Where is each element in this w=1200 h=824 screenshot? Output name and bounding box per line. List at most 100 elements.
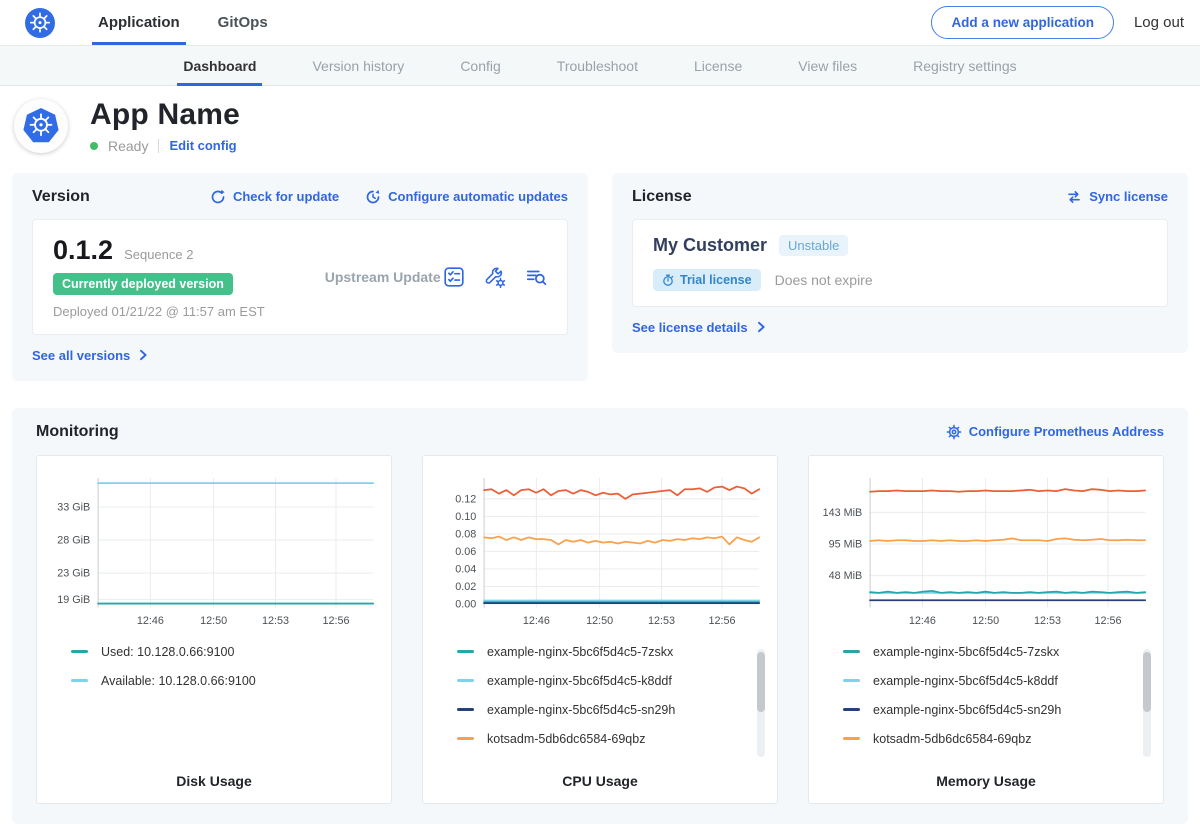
sync-license-link[interactable]: Sync license [1066, 189, 1168, 205]
logout-link[interactable]: Log out [1134, 14, 1184, 31]
customer-row: My Customer Unstable [653, 235, 1147, 256]
legend-swatch [71, 650, 88, 653]
series-line-unlabeled [484, 486, 759, 498]
tab-config[interactable]: Config [460, 46, 500, 85]
app-sub-nav: Dashboard Version history Config Trouble… [0, 46, 1200, 86]
x-tick-label: 12:46 [137, 615, 164, 627]
tab-troubleshoot-label: Troubleshoot [557, 58, 638, 74]
legend-label: example-nginx-5bc6f5d4c5-sn29h [873, 703, 1061, 717]
y-tick-label: 0.04 [455, 563, 476, 575]
refresh-icon [210, 189, 226, 205]
configure-prometheus-label: Configure Prometheus Address [969, 424, 1164, 439]
tab-view-files[interactable]: View files [798, 46, 857, 85]
y-tick-label: 95 MiB [829, 538, 863, 550]
tab-dashboard[interactable]: Dashboard [183, 46, 256, 85]
legend-label: kotsadm-5db6dc6584-69qbz [873, 732, 1031, 746]
check-for-update-link[interactable]: Check for update [210, 189, 339, 205]
legend-swatch [457, 737, 474, 740]
legend-item: Used: 10.128.0.66:9100 [71, 645, 381, 659]
kubernetes-logo [24, 0, 56, 45]
legend-item: example-nginx-5bc6f5d4c5-k8ddf [457, 674, 767, 688]
tab-version-history[interactable]: Version history [312, 46, 404, 85]
add-new-application-button[interactable]: Add a new application [931, 6, 1114, 39]
version-info: 0.1.2 Sequence 2 Currently deployed vers… [53, 235, 265, 319]
tab-registry-settings[interactable]: Registry settings [913, 46, 1016, 85]
y-tick-label: 0.12 [455, 493, 476, 505]
deploy-logs-search-icon[interactable] [525, 266, 547, 288]
tab-config-label: Config [460, 58, 500, 74]
monitoring-panel: Monitoring Configure Prometheus Address … [12, 408, 1188, 824]
legend-item: example-nginx-5bc6f5d4c5-k8ddf [843, 674, 1153, 688]
legend-item: kotsadm-5db6dc6584-69qbz [843, 732, 1153, 746]
check-for-update-label: Check for update [233, 189, 339, 204]
configure-prometheus-link[interactable]: Configure Prometheus Address [946, 424, 1164, 440]
y-tick-label: 0.00 [455, 598, 476, 610]
x-tick-label: 12:46 [523, 615, 550, 627]
legend-scrollbar-thumb[interactable] [757, 652, 765, 712]
see-license-details-link[interactable]: See license details [632, 320, 767, 335]
y-tick-label: 28 GiB [57, 534, 90, 546]
legend-item: example-nginx-5bc6f5d4c5-7zskx [843, 645, 1153, 659]
ready-status-dot [90, 142, 98, 150]
chart-card-cpu-usage: 12:4612:5012:5312:560.120.100.080.060.04… [422, 455, 778, 804]
legend-scrollbar-thumb[interactable] [1143, 652, 1151, 712]
version-number: 0.1.2 [53, 235, 113, 266]
preflight-checks-icon[interactable] [443, 266, 465, 288]
x-tick-label: 12:53 [648, 615, 675, 627]
divider [158, 139, 159, 153]
app-header-text: App Name Ready Edit config [90, 99, 240, 154]
y-tick-label: 19 GiB [57, 593, 90, 605]
see-all-versions-label: See all versions [32, 348, 130, 363]
top-nav-right: Add a new application Log out [931, 0, 1184, 45]
legend-label: Available: 10.128.0.66:9100 [101, 674, 256, 688]
series-line-kotsadm-5db6dc6584-69qbz [870, 538, 1145, 541]
deployed-timestamp: Deployed 01/21/22 @ 11:57 am EST [53, 304, 265, 319]
chart-title: Memory Usage [819, 763, 1153, 789]
kubernetes-logo-icon [24, 7, 56, 39]
chart-title: Disk Usage [47, 763, 381, 789]
tab-license[interactable]: License [694, 46, 742, 85]
gear-icon [946, 424, 962, 440]
legend-swatch [457, 708, 474, 711]
trial-license-label: Trial license [680, 273, 752, 287]
series-line-kotsadm-5db6dc6584-69qbz [484, 536, 759, 544]
version-source-label: Upstream Update [325, 269, 441, 285]
version-card-title: Version [32, 188, 90, 206]
tab-troubleshoot[interactable]: Troubleshoot [557, 46, 638, 85]
chart-plot: 12:4612:5012:5312:5633 GiB28 GiB23 GiB19… [47, 468, 381, 635]
tab-dashboard-label: Dashboard [183, 58, 256, 74]
legend-swatch [843, 737, 860, 740]
status-badge: Ready [108, 138, 148, 154]
legend-label: example-nginx-5bc6f5d4c5-7zskx [487, 645, 673, 659]
sync-license-label: Sync license [1089, 189, 1168, 204]
x-tick-label: 12:53 [262, 615, 289, 627]
see-all-versions-link[interactable]: See all versions [32, 348, 149, 363]
top-tab-application[interactable]: Application [86, 0, 192, 45]
x-tick-label: 12:50 [200, 615, 227, 627]
legend-item: example-nginx-5bc6f5d4c5-sn29h [457, 703, 767, 717]
series-line-example-nginx-5bc6f5d4c5-7zskx [870, 590, 1145, 592]
tab-registry-settings-label: Registry settings [913, 58, 1016, 74]
legend-swatch [457, 679, 474, 682]
y-tick-label: 48 MiB [829, 570, 863, 582]
chart-legend: example-nginx-5bc6f5d4c5-7zskx example-ng… [843, 645, 1153, 763]
legend-label: example-nginx-5bc6f5d4c5-k8ddf [487, 674, 672, 688]
sync-arrows-icon [1066, 189, 1082, 205]
top-tab-gitops[interactable]: GitOps [206, 0, 280, 45]
chart-plot: 12:4612:5012:5312:560.120.100.080.060.04… [433, 468, 767, 635]
legend-label: example-nginx-5bc6f5d4c5-k8ddf [873, 674, 1058, 688]
edit-config-link[interactable]: Edit config [169, 138, 236, 153]
version-sequence: Sequence 2 [124, 247, 193, 262]
legend-swatch [71, 679, 88, 682]
configure-automatic-updates-link[interactable]: Configure automatic updates [365, 189, 568, 205]
license-card: License Sync license My Customer Unstabl… [612, 173, 1188, 353]
stopwatch-icon [662, 274, 674, 286]
version-number-row: 0.1.2 Sequence 2 [53, 235, 265, 266]
legend-swatch [457, 650, 474, 653]
channel-badge: Unstable [779, 235, 848, 256]
legend-label: Used: 10.128.0.66:9100 [101, 645, 234, 659]
x-tick-label: 12:56 [322, 615, 349, 627]
charts-row: 12:4612:5012:5312:5633 GiB28 GiB23 GiB19… [24, 455, 1176, 804]
view-config-wrench-icon[interactable] [484, 266, 506, 288]
legend-label: example-nginx-5bc6f5d4c5-7zskx [873, 645, 1059, 659]
